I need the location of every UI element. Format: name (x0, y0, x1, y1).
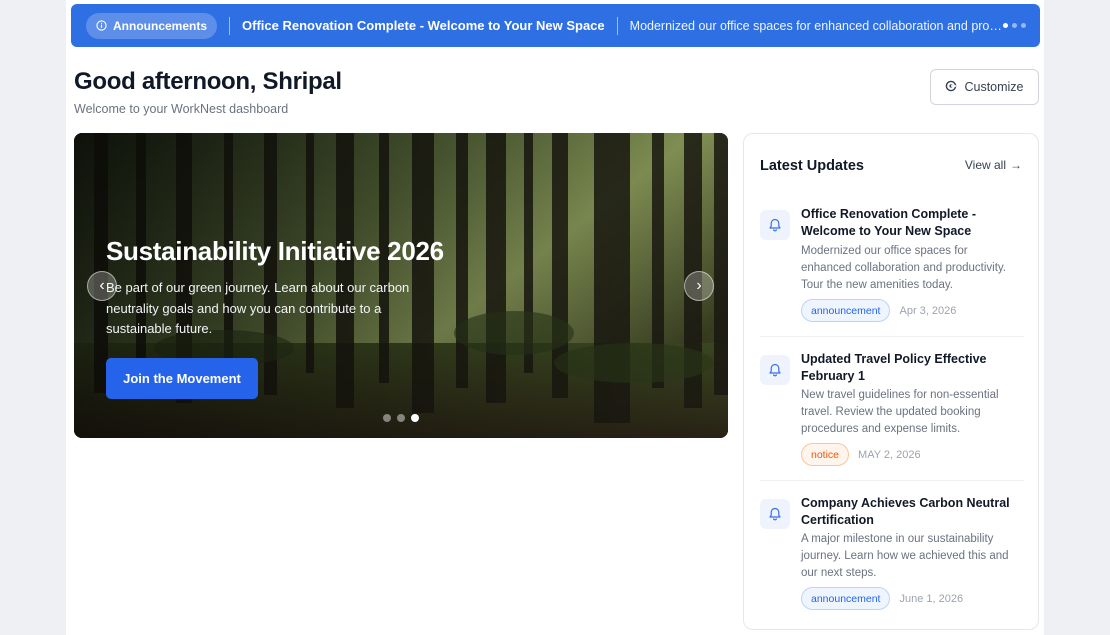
page-title: Good afternoon, Shripal (74, 68, 342, 95)
join-movement-button[interactable]: Join the Movement (106, 358, 258, 399)
update-item[interactable]: Company Achieves Carbon Neutral Certific… (760, 495, 1024, 615)
update-date: MAY 2, 2026 (858, 448, 921, 461)
carousel-dot[interactable] (411, 414, 419, 422)
update-item[interactable]: Updated Travel Policy Effective February… (760, 351, 1024, 481)
bell-icon (760, 355, 790, 385)
page-subtitle: Welcome to your WorkNest dashboard (74, 102, 289, 116)
chevron-right-icon: › (696, 277, 702, 294)
update-tag: notice (801, 443, 850, 466)
announcement-description: Modernized our office spaces for enhance… (629, 18, 1008, 33)
chevron-left-icon: ‹ (99, 277, 105, 294)
update-item[interactable]: Office Renovation Complete - Welcome to … (760, 206, 1024, 337)
update-tag: announcement (801, 299, 891, 322)
update-title[interactable]: Office Renovation Complete - Welcome to … (801, 206, 1016, 239)
pagination-dot[interactable] (1012, 23, 1017, 28)
pagination-dot[interactable] (1003, 23, 1008, 28)
update-date: June 1, 2026 (899, 592, 964, 605)
view-all-label: View all (964, 158, 1006, 172)
divider (616, 16, 618, 35)
carousel-dot[interactable] (383, 414, 391, 422)
pagination-dot[interactable] (1021, 23, 1026, 28)
customize-label: Customize (964, 80, 1024, 94)
announcement-title[interactable]: Office Renovation Complete - Welcome to … (242, 18, 605, 33)
divider (229, 16, 231, 35)
carousel-pagination (383, 414, 419, 422)
latest-updates-heading: Latest Updates (760, 158, 864, 174)
carousel-prev-button[interactable]: ‹ (87, 271, 117, 301)
view-all-link[interactable]: View all → (965, 158, 1022, 172)
update-date: Apr 3, 2026 (899, 304, 957, 317)
customize-button[interactable]: Customize (930, 69, 1039, 105)
info-icon (96, 20, 107, 31)
dashboard-page: Announcements Office Renovation Complete… (66, 0, 1044, 635)
announcement-pagination (1003, 23, 1026, 28)
hero-description: Be part of our green journey. Learn abou… (106, 280, 410, 336)
update-description: New travel guidelines for non-essential … (801, 389, 999, 435)
update-description: A major milestone in our sustainability … (801, 533, 1009, 579)
hero-carousel: Sustainability Initiative 2026 Be part o… (74, 133, 728, 438)
customize-icon (945, 80, 957, 95)
announcements-badge[interactable]: Announcements (86, 12, 218, 39)
carousel-dot[interactable] (397, 414, 405, 422)
update-title[interactable]: Company Achieves Carbon Neutral Certific… (801, 495, 1016, 528)
hero-title: Sustainability Initiative 2026 (106, 236, 444, 266)
update-tag: announcement (801, 587, 891, 610)
update-title[interactable]: Updated Travel Policy Effective February… (801, 351, 1016, 384)
bell-icon (760, 210, 790, 240)
update-meta: notice MAY 2, 2026 (801, 443, 921, 466)
latest-updates-panel: Latest Updates View all → Office Renovat… (743, 133, 1039, 630)
update-meta: announcement June 1, 2026 (801, 587, 963, 610)
arrow-right-icon: → (1010, 158, 1022, 172)
update-meta: announcement Apr 3, 2026 (801, 299, 956, 322)
announcement-bar[interactable]: Announcements Office Renovation Complete… (71, 4, 1040, 47)
update-description: Modernized our office spaces for enhance… (801, 245, 1007, 291)
carousel-next-button[interactable]: › (684, 271, 714, 301)
bell-icon (760, 499, 790, 529)
announcements-badge-label: Announcements (113, 18, 208, 33)
